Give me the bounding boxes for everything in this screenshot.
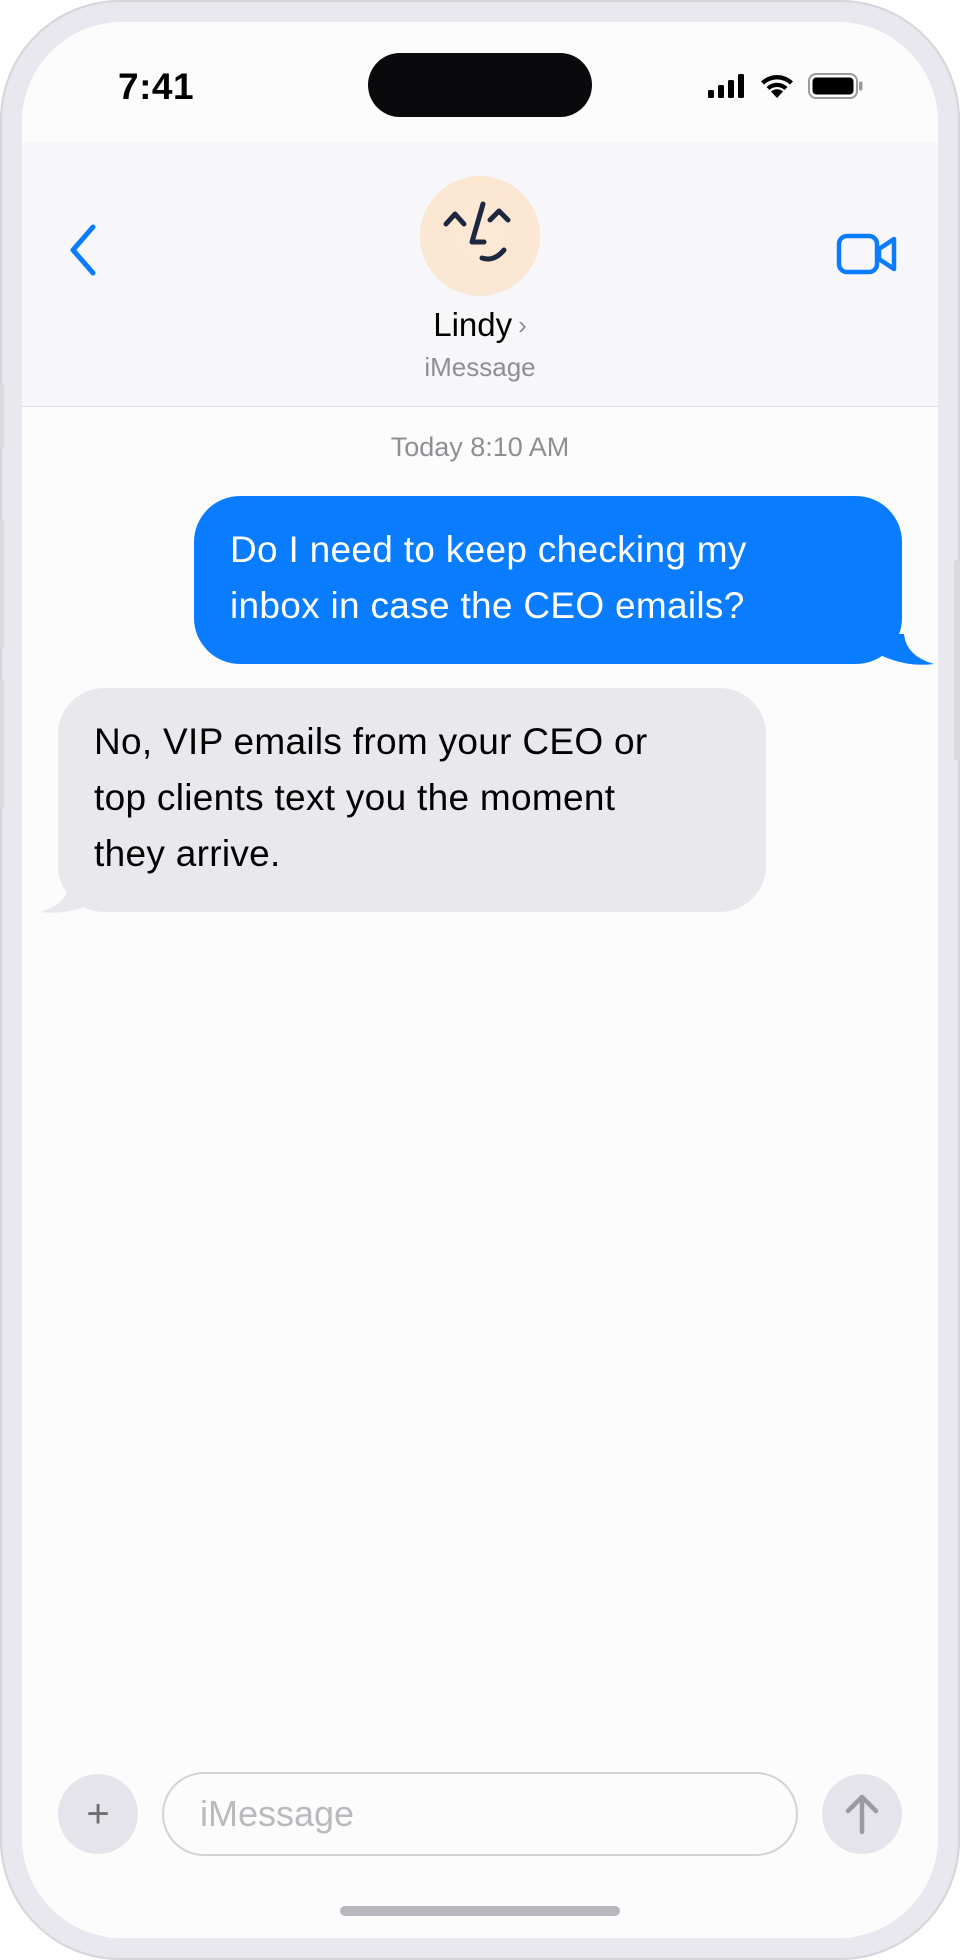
side-button [954,560,960,760]
message-line: top clients text you the moment [94,777,616,818]
status-icons [708,72,864,100]
status-bar: 7:41 [22,22,938,142]
phone-screen: 7:41 Lindy › iMessage Today 8:10 AM Do I… [22,22,938,1938]
dynamic-island [368,53,592,117]
chevron-left-icon [70,224,96,276]
side-button [0,680,4,808]
home-indicator[interactable] [340,1906,620,1916]
message-line: they arrive. [94,833,281,874]
chevron-right-icon: › [518,310,527,340]
cellular-signal-icon [708,74,744,98]
status-time: 7:41 [118,66,195,107]
message-timestamp: Today 8:10 AM [390,432,570,462]
arrow-up-icon [845,1794,879,1835]
message-input[interactable] [162,1772,798,1856]
message-bubble-incoming[interactable]: No, VIP emails from your CEO or top clie… [58,688,766,912]
back-button[interactable] [58,220,108,280]
send-button[interactable] [822,1774,902,1854]
battery-icon [808,73,863,99]
message-composer: + [22,1772,938,1874]
side-button [0,384,4,448]
video-call-button[interactable] [836,232,898,276]
contact-avatar[interactable] [420,176,540,296]
smiley-face-icon [443,201,511,262]
contact-subtitle: iMessage [424,352,536,382]
message-line: inbox in case the CEO emails? [230,585,745,626]
side-button [0,520,4,648]
plus-button[interactable]: + [58,1774,138,1854]
conversation-header: Lindy › iMessage [22,142,938,407]
video-camera-icon [836,233,897,275]
message-line: No, VIP emails from your CEO or [94,721,648,762]
wifi-icon [761,75,793,98]
contact-name-row[interactable]: Lindy › [22,306,938,344]
message-line: Do I need to keep checking my [230,529,747,570]
contact-name: Lindy [433,306,513,343]
message-bubble-outgoing[interactable]: Do I need to keep checking my inbox in c… [194,496,902,664]
